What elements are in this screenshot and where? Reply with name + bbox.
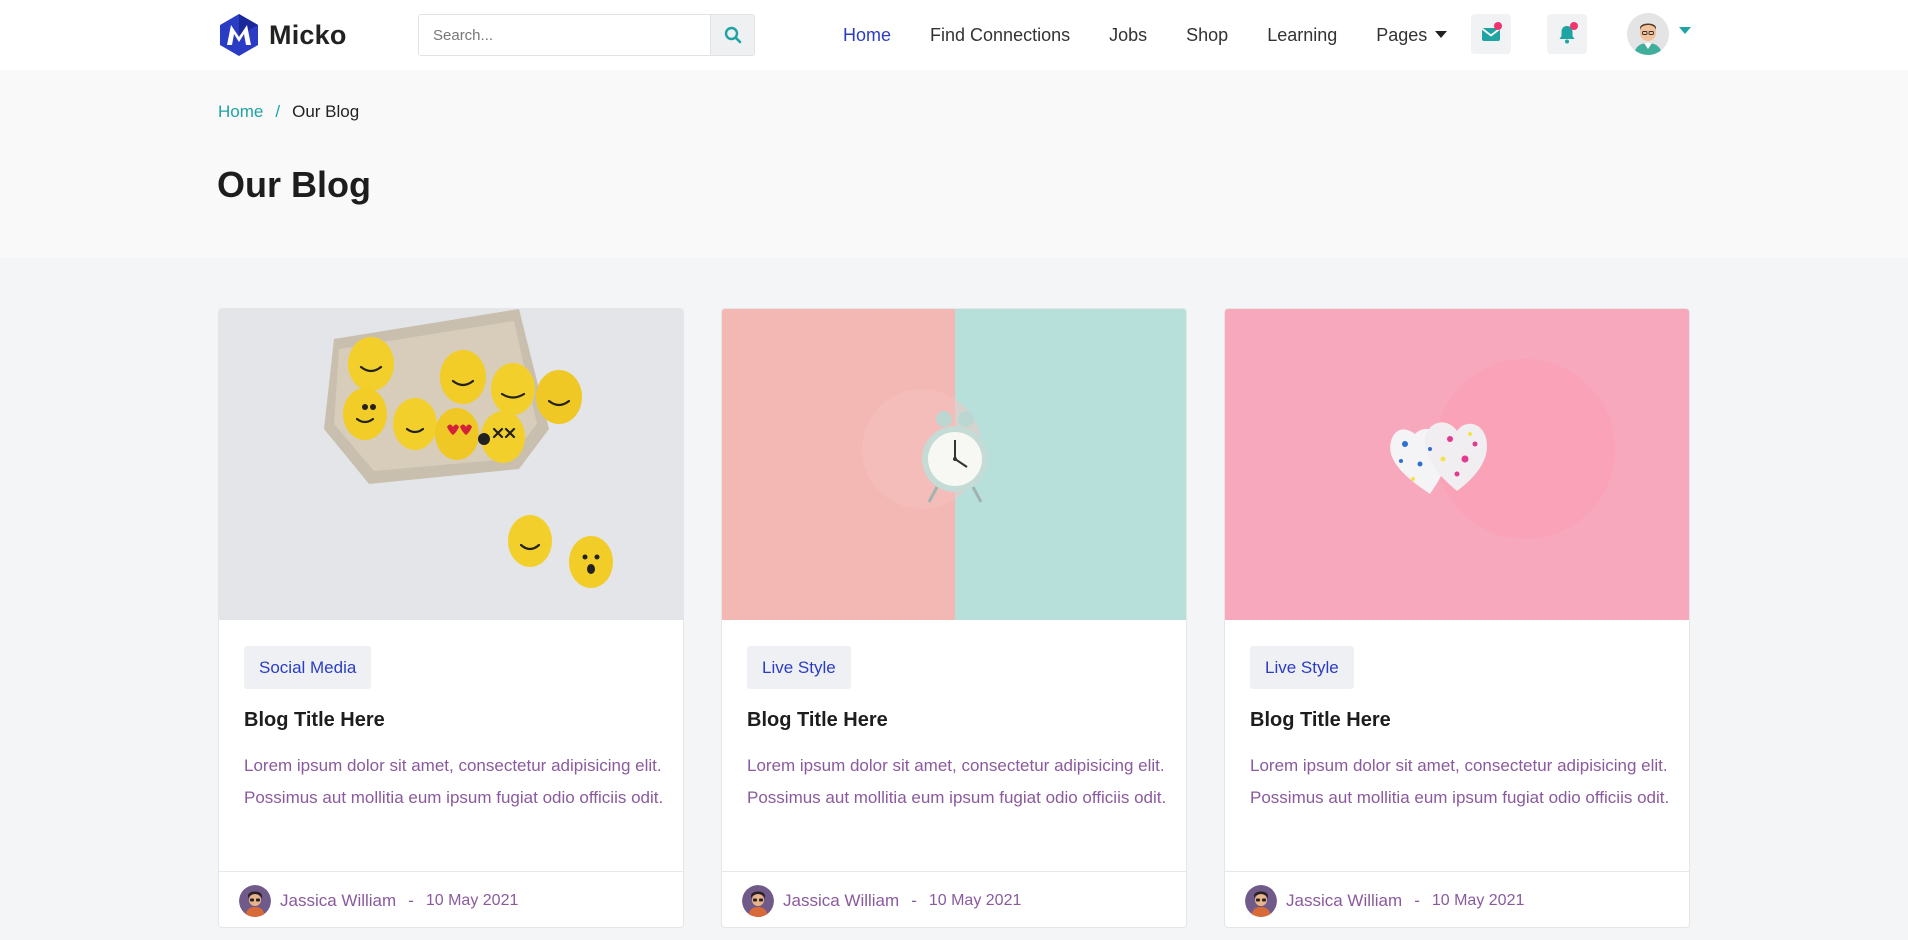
emoji-eggs-image bbox=[219, 309, 683, 620]
search-button[interactable] bbox=[710, 15, 754, 55]
blog-title[interactable]: Blog Title Here bbox=[747, 709, 888, 732]
nav-pages-label: Pages bbox=[1376, 24, 1428, 45]
nav-shop[interactable]: Shop bbox=[1186, 25, 1228, 46]
blog-card-footer: Jassica William - 10 May 2021 bbox=[722, 871, 1186, 927]
meta-separator: - bbox=[408, 890, 414, 910]
meta-separator: - bbox=[1414, 890, 1420, 910]
top-navbar: Micko Home Find Connections Jobs Shop Le… bbox=[0, 0, 1908, 70]
nav-pages-dropdown[interactable]: Pages bbox=[1376, 24, 1448, 46]
category-tag[interactable]: Social Media bbox=[244, 646, 372, 689]
post-date: 10 May 2021 bbox=[425, 891, 519, 909]
author-avatar[interactable] bbox=[239, 884, 271, 917]
nav-find-connections[interactable]: Find Connections bbox=[930, 25, 1070, 46]
blog-title[interactable]: Blog Title Here bbox=[1250, 709, 1391, 732]
messages-button[interactable] bbox=[1471, 14, 1511, 54]
post-date: 10 May 2021 bbox=[928, 891, 1022, 909]
author-avatar[interactable] bbox=[1245, 884, 1277, 917]
alarm-clock-image bbox=[722, 309, 1186, 620]
blog-card-image[interactable] bbox=[722, 309, 1186, 620]
main-nav: Home Find Connections Jobs Shop Learning… bbox=[843, 0, 1486, 70]
unread-dot bbox=[1570, 22, 1578, 30]
unread-dot bbox=[1494, 22, 1502, 30]
notifications-button[interactable] bbox=[1547, 14, 1587, 54]
author-avatar-image bbox=[1245, 884, 1277, 917]
blog-excerpt: Lorem ipsum dolor sit amet, consectetur … bbox=[244, 756, 664, 807]
post-date: 10 May 2021 bbox=[1431, 891, 1525, 909]
blog-excerpt: Lorem ipsum dolor sit amet, consectetur … bbox=[1250, 756, 1670, 807]
blog-title[interactable]: Blog Title Here bbox=[244, 709, 385, 732]
nav-learning[interactable]: Learning bbox=[1267, 25, 1337, 46]
user-avatar-image bbox=[1627, 13, 1669, 55]
blog-card[interactable]: Social Media Blog Title Here Lorem ipsum… bbox=[218, 308, 684, 928]
meta-separator: - bbox=[911, 890, 917, 910]
breadcrumb-separator: / bbox=[275, 102, 281, 121]
micko-logo-icon bbox=[220, 14, 258, 56]
account-caret-icon[interactable] bbox=[1679, 27, 1691, 35]
blog-card-footer: Jassica William - 10 May 2021 bbox=[1225, 871, 1689, 927]
blog-card-image[interactable] bbox=[219, 309, 683, 620]
author-avatar-image bbox=[742, 884, 774, 917]
blog-card-footer: Jassica William - 10 May 2021 bbox=[219, 871, 683, 927]
page-title: Our Blog bbox=[217, 164, 371, 205]
nav-jobs[interactable]: Jobs bbox=[1109, 25, 1147, 46]
blog-card[interactable]: Live Style Blog Title Here Lorem ipsum d… bbox=[721, 308, 1187, 928]
breadcrumb: Home / Our Blog bbox=[218, 102, 359, 122]
search-icon bbox=[724, 26, 741, 44]
author-name[interactable]: Jassica William bbox=[280, 891, 396, 911]
search-bar bbox=[418, 14, 755, 56]
blog-card[interactable]: Live Style Blog Title Here Lorem ipsum d… bbox=[1224, 308, 1690, 928]
category-tag[interactable]: Live Style bbox=[747, 646, 851, 689]
user-avatar[interactable] bbox=[1627, 13, 1669, 55]
search-input[interactable] bbox=[419, 15, 710, 55]
breadcrumb-home[interactable]: Home bbox=[218, 102, 263, 122]
author-avatar[interactable] bbox=[742, 884, 774, 917]
brand-logo[interactable]: Micko bbox=[217, 13, 347, 57]
nav-home[interactable]: Home bbox=[843, 25, 891, 46]
caret-down-icon bbox=[1435, 31, 1448, 38]
blog-excerpt: Lorem ipsum dolor sit amet, consectetur … bbox=[747, 756, 1167, 807]
brand-name: Micko bbox=[269, 19, 347, 50]
author-avatar-image bbox=[239, 884, 271, 917]
category-tag[interactable]: Live Style bbox=[1250, 646, 1354, 689]
author-name[interactable]: Jassica William bbox=[783, 891, 899, 911]
hearts-image bbox=[1225, 309, 1689, 620]
breadcrumb-current: Our Blog bbox=[292, 102, 360, 121]
blog-card-image[interactable] bbox=[1225, 309, 1689, 620]
author-name[interactable]: Jassica William bbox=[1286, 891, 1402, 911]
